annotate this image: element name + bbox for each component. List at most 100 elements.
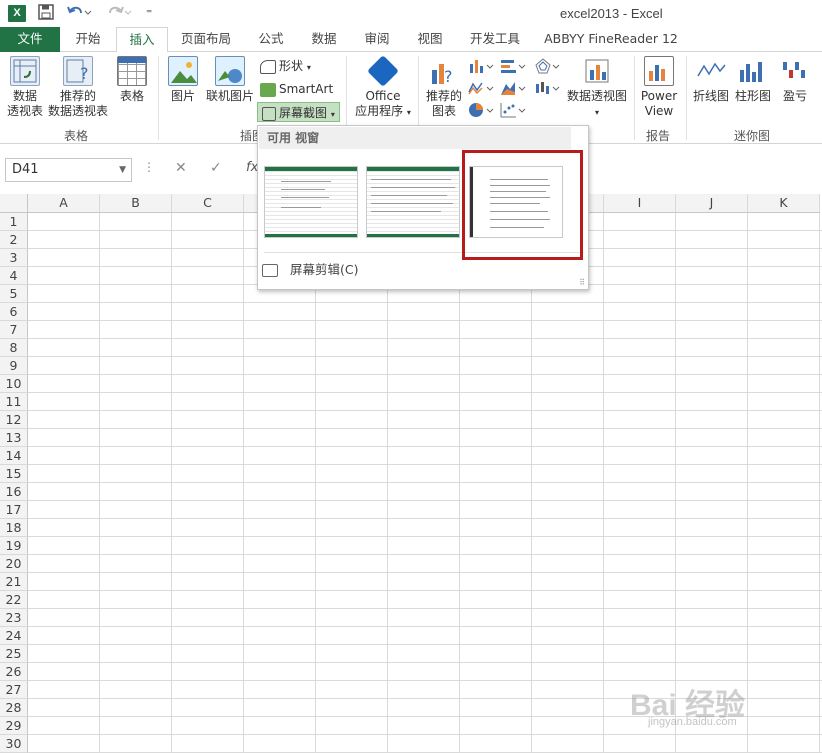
available-windows-header: 可用 视窗 bbox=[259, 127, 571, 149]
power-view-icon bbox=[644, 56, 674, 86]
window-thumbnail[interactable] bbox=[366, 166, 460, 238]
tab-data[interactable]: 数据 bbox=[298, 27, 350, 52]
customize-quick-access-icon[interactable]: ⁼ bbox=[146, 4, 152, 22]
row-header[interactable]: 9 bbox=[0, 357, 28, 375]
row-header[interactable]: 14 bbox=[0, 447, 28, 465]
pivot-chart-button[interactable]: 数据透视图 ▾ bbox=[566, 56, 628, 120]
column-header[interactable]: A bbox=[28, 194, 100, 213]
sparkline-winloss-button[interactable]: 盈亏 bbox=[778, 56, 812, 104]
column-chart-icon[interactable] bbox=[468, 58, 494, 74]
window-thumbnail[interactable] bbox=[264, 166, 358, 238]
row-header[interactable]: 26 bbox=[0, 663, 28, 681]
recommended-pivot-icon: ? bbox=[63, 56, 93, 86]
recommended-pivot-label-2: 数据透视表 bbox=[47, 104, 108, 118]
row-header[interactable]: 29 bbox=[0, 717, 28, 735]
bar-chart-icon[interactable] bbox=[500, 58, 526, 74]
power-view-button[interactable]: Power View bbox=[638, 56, 680, 119]
chevron-down-icon[interactable]: ▼ bbox=[119, 159, 126, 181]
row-header[interactable]: 24 bbox=[0, 627, 28, 645]
smartart-button[interactable]: SmartArt bbox=[260, 79, 333, 99]
row-header[interactable]: 10 bbox=[0, 375, 28, 393]
column-header[interactable]: I bbox=[604, 194, 676, 213]
smartart-label: SmartArt bbox=[279, 82, 334, 96]
row-header[interactable]: 19 bbox=[0, 537, 28, 555]
tab-insert[interactable]: 插入 bbox=[116, 27, 168, 53]
row-header[interactable]: 6 bbox=[0, 303, 28, 321]
name-box-value: D41 bbox=[12, 162, 39, 177]
tab-abbyy[interactable]: ABBYY FineReader 12 bbox=[540, 27, 682, 52]
cancel-icon[interactable]: ✕ bbox=[175, 160, 187, 176]
recommended-pivot-button[interactable]: ? 推荐的 数据透视表 bbox=[46, 56, 110, 119]
online-pictures-button[interactable]: 联机图片 bbox=[204, 56, 256, 104]
row-header[interactable]: 12 bbox=[0, 411, 28, 429]
resize-grip-icon[interactable]: ⠿ bbox=[579, 278, 585, 287]
column-header[interactable]: B bbox=[100, 194, 172, 213]
row-header[interactable]: 16 bbox=[0, 483, 28, 501]
line-chart-icon[interactable] bbox=[468, 80, 494, 96]
online-picture-icon bbox=[215, 56, 245, 86]
row-header[interactable]: 25 bbox=[0, 645, 28, 663]
scatter-chart-icon[interactable] bbox=[500, 102, 526, 118]
radar-chart-icon[interactable] bbox=[534, 58, 560, 74]
tab-home[interactable]: 开始 bbox=[62, 27, 114, 52]
table-button[interactable]: 表格 bbox=[114, 56, 150, 104]
area-chart-icon[interactable] bbox=[500, 80, 526, 96]
recommended-charts-label-2: 图表 bbox=[431, 104, 456, 118]
row-header[interactable]: 2 bbox=[0, 231, 28, 249]
save-icon[interactable] bbox=[38, 4, 54, 22]
row-header[interactable]: 22 bbox=[0, 591, 28, 609]
sparkline-line-button[interactable]: 折线图 bbox=[690, 56, 732, 104]
selection-highlight bbox=[462, 150, 583, 260]
row-header[interactable]: 20 bbox=[0, 555, 28, 573]
row-header[interactable]: 30 bbox=[0, 735, 28, 753]
row-header[interactable]: 8 bbox=[0, 339, 28, 357]
column-header[interactable]: C bbox=[172, 194, 244, 213]
row-header[interactable]: 11 bbox=[0, 393, 28, 411]
row-header[interactable]: 3 bbox=[0, 249, 28, 267]
name-box[interactable]: D41 ▼ bbox=[5, 158, 132, 182]
pictures-button[interactable]: 图片 bbox=[166, 56, 200, 104]
screen-clipping-button[interactable]: 屏幕剪辑(C) bbox=[262, 260, 358, 280]
redo-icon[interactable] bbox=[106, 4, 132, 22]
row-header[interactable]: 15 bbox=[0, 465, 28, 483]
row-header[interactable]: 23 bbox=[0, 609, 28, 627]
tab-page-layout[interactable]: 页面布局 bbox=[170, 27, 242, 52]
tab-formulas[interactable]: 公式 bbox=[245, 27, 297, 52]
worksheet-cells[interactable] bbox=[28, 213, 822, 753]
tab-review[interactable]: 审阅 bbox=[351, 27, 403, 52]
row-header[interactable]: 17 bbox=[0, 501, 28, 519]
column-header[interactable]: K bbox=[748, 194, 820, 213]
row-header[interactable]: 5 bbox=[0, 285, 28, 303]
pivot-table-button[interactable]: 数据 透视表 bbox=[4, 56, 46, 119]
row-header[interactable]: 13 bbox=[0, 429, 28, 447]
undo-icon[interactable] bbox=[66, 4, 92, 22]
pie-chart-icon[interactable] bbox=[468, 102, 494, 118]
enter-icon[interactable]: ✓ bbox=[210, 160, 222, 176]
group-reports-label: 报告 bbox=[646, 129, 671, 143]
row-header[interactable]: 1 bbox=[0, 213, 28, 231]
recommended-charts-button[interactable]: ? 推荐的 图表 bbox=[422, 56, 466, 119]
more-options-icon[interactable]: ⋮ bbox=[143, 160, 155, 174]
row-header[interactable]: 27 bbox=[0, 681, 28, 699]
row-header[interactable]: 18 bbox=[0, 519, 28, 537]
tab-developer[interactable]: 开发工具 bbox=[459, 27, 531, 52]
tab-file[interactable]: 文件 bbox=[0, 27, 60, 52]
screen-clipping-icon bbox=[262, 264, 278, 277]
office-apps-button[interactable]: Office 应用程序 ▾ bbox=[352, 55, 414, 120]
window-title: excel2013 - Excel bbox=[560, 6, 663, 21]
stock-chart-icon[interactable] bbox=[534, 80, 560, 96]
row-header[interactable]: 7 bbox=[0, 321, 28, 339]
tab-view[interactable]: 视图 bbox=[404, 27, 456, 52]
screenshot-button[interactable]: 屏幕截图 ▾ bbox=[257, 102, 340, 122]
row-header[interactable]: 4 bbox=[0, 267, 28, 285]
svg-text:?: ? bbox=[80, 64, 89, 83]
shapes-button[interactable]: 形状 ▾ bbox=[260, 56, 311, 76]
column-header[interactable]: J bbox=[676, 194, 748, 213]
sparkline-column-button[interactable]: 柱形图 bbox=[732, 56, 774, 104]
row-header[interactable]: 21 bbox=[0, 573, 28, 591]
recommended-charts-label-1: 推荐的 bbox=[425, 89, 462, 103]
ribbon-tabs: 文件 开始 插入 页面布局 公式 数据 审阅 视图 开发工具 ABBYY Fin… bbox=[0, 27, 822, 53]
row-header[interactable]: 28 bbox=[0, 699, 28, 717]
watermark-url: jingyan.baidu.com bbox=[648, 716, 737, 728]
select-all-corner[interactable] bbox=[0, 194, 28, 213]
